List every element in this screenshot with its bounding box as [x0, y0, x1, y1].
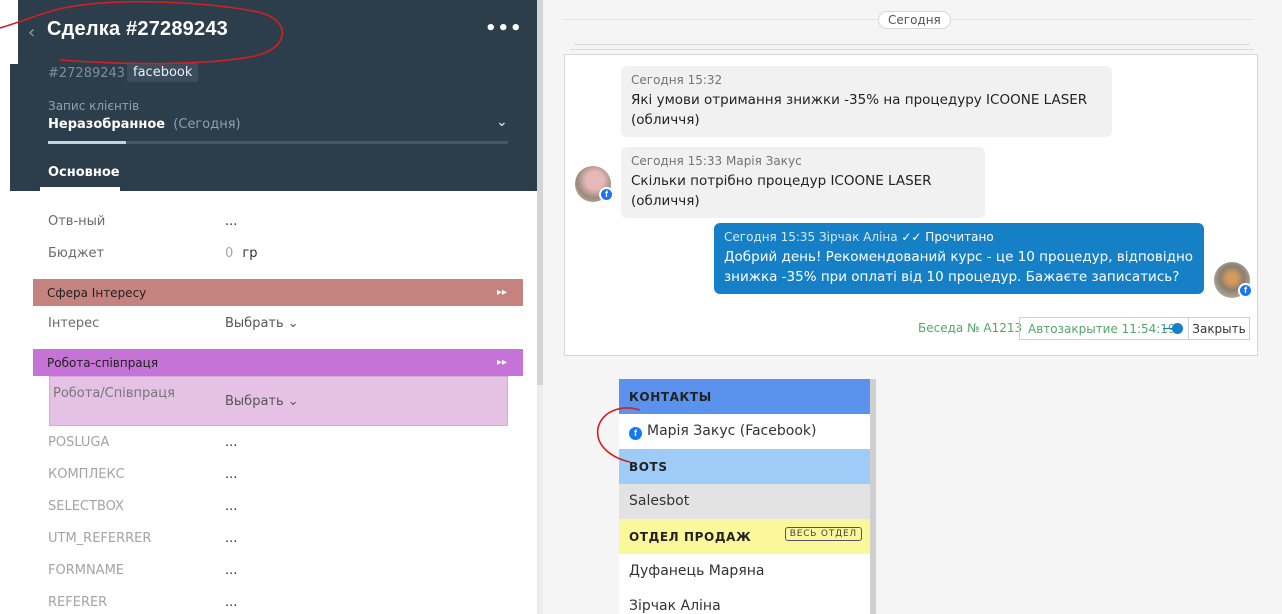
message-meta-author: Сегодня 15:35 Зірчак Аліна — [724, 230, 898, 244]
date-chip: Сегодня — [878, 11, 951, 29]
interest-value: Выбрать — [225, 316, 284, 331]
responsible-label: Отв-ный — [48, 214, 106, 229]
dropdown-item-contact[interactable]: f Марія Закус (Facebook) — [619, 414, 870, 449]
utm-referrer-value[interactable]: ... — [225, 531, 237, 546]
deal-tag[interactable]: facebook — [127, 63, 199, 82]
auto-close-toggle[interactable] — [1172, 323, 1183, 334]
dropdown-header-contacts: КОНТАКТЫ — [619, 379, 870, 414]
work-select[interactable]: Выбрать ⌄ — [225, 394, 299, 409]
selectbox-label: SELECTBOX — [48, 499, 124, 514]
message-text: Які умови отримання знижки -35% на проце… — [631, 90, 1102, 130]
chevron-down-icon: ⌄ — [287, 394, 299, 409]
chevron-left-icon[interactable]: ‹ — [28, 22, 35, 43]
work-label: Робота/Співпраця — [53, 386, 175, 401]
selectbox-value[interactable]: ... — [225, 499, 237, 514]
section-interest[interactable]: Сфера Інтересу ▸▸ — [33, 279, 523, 306]
section-toggle-icon[interactable]: ▸▸ — [497, 287, 507, 298]
interest-label: Інтерес — [48, 316, 100, 331]
close-button[interactable]: Закрыть — [1188, 317, 1250, 340]
message-incoming: Сегодня 15:33 Марія Закус Скільки потріб… — [621, 147, 985, 218]
scrollbar[interactable] — [537, 0, 543, 385]
dropdown-header-bots: BOTS — [619, 449, 870, 484]
deal-id: #27289243 — [48, 66, 126, 81]
chevron-down-icon[interactable]: ⌄ — [496, 114, 508, 130]
message-meta: Сегодня 15:33 Марія Закус — [631, 154, 802, 168]
message-meta: Сегодня 15:35 Зірчак Аліна ✓✓ Прочитано — [724, 230, 1194, 244]
deal-title: Сделка #27289243 — [47, 18, 228, 40]
posluga-value[interactable]: ... — [225, 435, 237, 450]
pipeline-label: Запис клієнтів — [48, 99, 140, 113]
message-meta: Сегодня 15:32 — [631, 73, 723, 87]
tab-main[interactable]: Основное — [48, 165, 120, 180]
section-work-label: Робота-співпраця — [47, 356, 159, 370]
dropdown-item-user[interactable]: Зірчак Аліна — [619, 589, 870, 614]
kompleks-label: КОМПЛЕКС — [48, 467, 125, 482]
recipient-dropdown: КОНТАКТЫ f Марія Закус (Facebook) BOTS Sa… — [619, 379, 870, 614]
message-text: Скільки потрібно процедур ICOONE LASER (… — [631, 173, 932, 209]
conversation-number[interactable]: Беседа № A1213 — [918, 321, 1022, 335]
left-edge-dark — [10, 64, 18, 191]
message-text: Добрий день! Рекомендований курс - це 10… — [724, 247, 1194, 287]
dropdown-item-label: Марія Закус (Facebook) — [647, 423, 817, 439]
interest-select[interactable]: Выбрать ⌄ — [225, 316, 299, 331]
status-name: Неразобранное — [48, 117, 166, 132]
section-toggle-icon[interactable]: ▸▸ — [497, 357, 507, 368]
kompleks-value[interactable]: ... — [225, 467, 237, 482]
dropdown-header-sales: ОТДЕЛ ПРОДАЖ ВЕСЬ ОТДЕЛ — [619, 519, 870, 554]
more-dots-icon[interactable]: ••• — [485, 18, 523, 39]
section-work[interactable]: Робота-співпраця ▸▸ — [33, 349, 523, 376]
facebook-icon: f — [599, 187, 614, 202]
formname-label: FORMNAME — [48, 563, 125, 578]
section-interest-label: Сфера Інтересу — [47, 286, 147, 300]
deal-panel: ‹ Сделка #27289243 ••• #27289243 faceboo… — [0, 0, 537, 614]
chevron-down-icon: ⌄ — [287, 316, 299, 331]
read-status: ✓✓ Прочитано — [901, 230, 994, 244]
dropdown-item-user[interactable]: Дуфанець Маряна — [619, 554, 870, 589]
dropdown-item-bot[interactable]: Salesbot — [619, 484, 870, 519]
status-date: (Сегодня) — [173, 117, 241, 132]
dropdown-scrollbar[interactable] — [869, 379, 876, 614]
message-text-line: знижка -35% при оплаті від 10 процедур. … — [724, 269, 1180, 285]
stack-edge — [574, 44, 1250, 45]
formname-value[interactable]: ... — [225, 563, 237, 578]
message-incoming: Сегодня 15:32 Які умови отримання знижки… — [621, 66, 1112, 137]
facebook-icon: f — [629, 427, 642, 440]
utm-referrer-label: UTM_REFERRER — [48, 531, 152, 546]
stack-edge — [570, 49, 1254, 50]
dropdown-header-label: ОТДЕЛ ПРОДАЖ — [629, 530, 752, 544]
budget-value: 0 — [225, 246, 234, 261]
referer-value[interactable]: ... — [225, 595, 237, 610]
facebook-icon: f — [1238, 283, 1253, 298]
work-value: Выбрать — [225, 394, 284, 409]
budget-currency: гр — [242, 246, 258, 261]
message-outgoing: Сегодня 15:35 Зірчак Аліна ✓✓ Прочитано … — [714, 223, 1204, 294]
referer-label: REFERER — [48, 595, 108, 610]
message-text-line: Які умови отримання знижки -35% на проце… — [631, 92, 1088, 108]
budget-label: Бюджет — [48, 246, 105, 261]
tab-main-underline — [40, 187, 120, 191]
status-progress-fill — [48, 141, 126, 144]
message-text-line: (обличчя) — [631, 112, 700, 128]
posluga-label: POSLUGA — [48, 435, 110, 450]
responsible-value[interactable]: ... — [225, 214, 237, 229]
budget-field[interactable]: 0 гр — [225, 246, 258, 261]
status-select[interactable]: Неразобранное (Сегодня) — [48, 117, 241, 132]
whole-department-button[interactable]: ВЕСЬ ОТДЕЛ — [784, 527, 862, 541]
message-text-line: Добрий день! Рекомендований курс - це 10… — [724, 249, 1194, 265]
